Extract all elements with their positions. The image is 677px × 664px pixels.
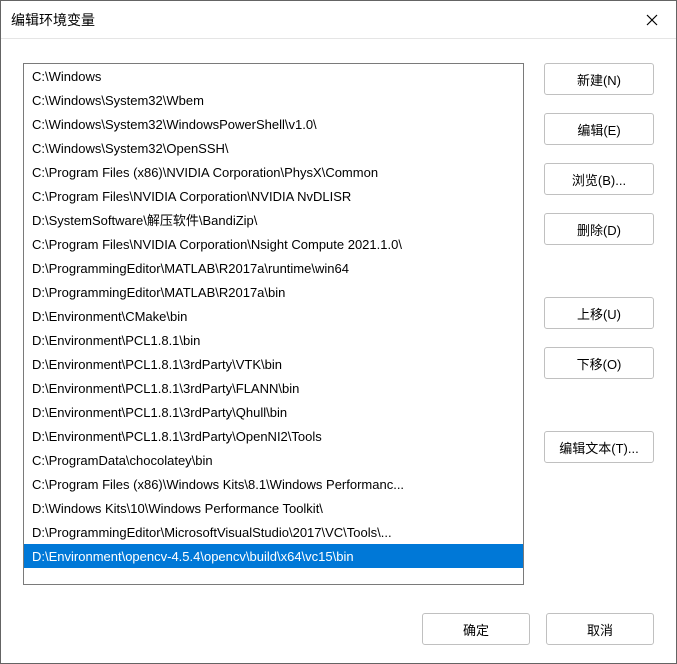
titlebar: 编辑环境变量 (1, 1, 676, 39)
list-item[interactable]: D:\SystemSoftware\解压软件\BandiZip\ (24, 208, 523, 232)
move-up-button[interactable]: 上移(U) (544, 297, 654, 329)
move-group: 上移(U) 下移(O) (544, 297, 654, 379)
list-item[interactable]: D:\Environment\PCL1.8.1\bin (24, 328, 523, 352)
list-item[interactable]: C:\Windows (24, 64, 523, 88)
close-button[interactable] (628, 1, 676, 39)
action-buttons-column: 新建(N) 编辑(E) 浏览(B)... 删除(D) 上移(U) 下移(O) 编… (544, 63, 654, 585)
list-item[interactable]: D:\Environment\PCL1.8.1\3rdParty\OpenNI2… (24, 424, 523, 448)
close-icon (646, 14, 658, 26)
list-item[interactable]: C:\Program Files (x86)\Windows Kits\8.1\… (24, 472, 523, 496)
list-item[interactable]: D:\Environment\opencv-4.5.4\opencv\build… (24, 544, 523, 568)
cancel-button[interactable]: 取消 (546, 613, 654, 645)
list-item[interactable]: D:\Environment\PCL1.8.1\3rdParty\Qhull\b… (24, 400, 523, 424)
delete-button[interactable]: 删除(D) (544, 213, 654, 245)
list-item[interactable]: D:\Windows Kits\10\Windows Performance T… (24, 496, 523, 520)
path-list-container: C:\WindowsC:\Windows\System32\WbemC:\Win… (23, 63, 524, 585)
ok-button[interactable]: 确定 (422, 613, 530, 645)
list-item[interactable]: D:\ProgrammingEditor\MATLAB\R2017a\runti… (24, 256, 523, 280)
list-item[interactable]: D:\ProgrammingEditor\MicrosoftVisualStud… (24, 520, 523, 544)
list-item[interactable]: D:\ProgrammingEditor\MATLAB\R2017a\bin (24, 280, 523, 304)
list-item[interactable]: C:\Windows\System32\OpenSSH\ (24, 136, 523, 160)
list-item[interactable]: C:\ProgramData\chocolatey\bin (24, 448, 523, 472)
edit-button[interactable]: 编辑(E) (544, 113, 654, 145)
window-title: 编辑环境变量 (11, 10, 95, 30)
list-item[interactable]: C:\Program Files\NVIDIA Corporation\NVID… (24, 184, 523, 208)
edit-group: 新建(N) 编辑(E) 浏览(B)... 删除(D) (544, 63, 654, 245)
browse-button[interactable]: 浏览(B)... (544, 163, 654, 195)
list-item[interactable]: C:\Program Files (x86)\NVIDIA Corporatio… (24, 160, 523, 184)
text-group: 编辑文本(T)... (544, 431, 654, 463)
content-area: C:\WindowsC:\Windows\System32\WbemC:\Win… (1, 39, 676, 599)
list-item[interactable]: D:\Environment\CMake\bin (24, 304, 523, 328)
dialog-footer: 确定 取消 (1, 599, 676, 663)
list-item[interactable]: D:\Environment\PCL1.8.1\3rdParty\FLANN\b… (24, 376, 523, 400)
list-item[interactable]: C:\Windows\System32\WindowsPowerShell\v1… (24, 112, 523, 136)
move-down-button[interactable]: 下移(O) (544, 347, 654, 379)
new-button[interactable]: 新建(N) (544, 63, 654, 95)
list-item[interactable]: C:\Windows\System32\Wbem (24, 88, 523, 112)
list-item[interactable]: D:\Environment\PCL1.8.1\3rdParty\VTK\bin (24, 352, 523, 376)
list-item[interactable]: C:\Program Files\NVIDIA Corporation\Nsig… (24, 232, 523, 256)
path-list[interactable]: C:\WindowsC:\Windows\System32\WbemC:\Win… (24, 64, 523, 584)
edit-text-button[interactable]: 编辑文本(T)... (544, 431, 654, 463)
